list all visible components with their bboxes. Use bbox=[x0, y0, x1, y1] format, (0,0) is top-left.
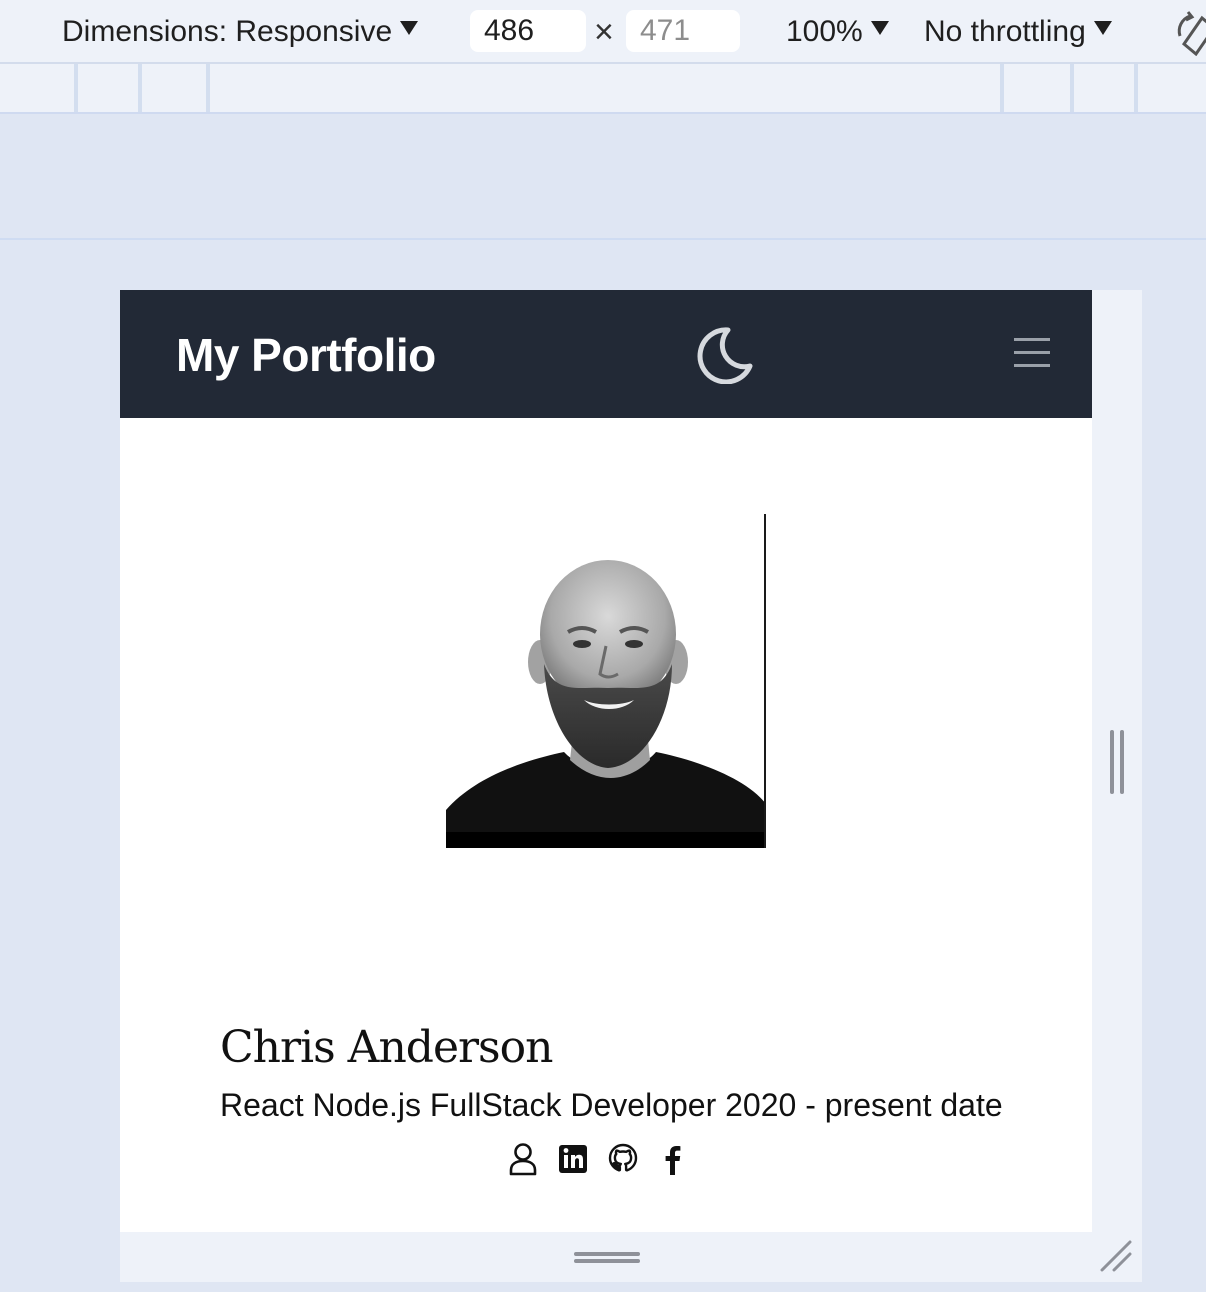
linkedin-icon[interactable] bbox=[558, 1142, 588, 1176]
right-resize-handle[interactable] bbox=[1108, 730, 1128, 794]
profile-photo bbox=[446, 514, 766, 848]
caret-down-icon bbox=[870, 21, 889, 35]
media-query-marker[interactable] bbox=[1134, 64, 1138, 112]
device-toolbar: Dimensions: Responsive 486 × 471 100% No… bbox=[0, 0, 1206, 64]
profile-role: React Node.js FullStack Developer 2020 -… bbox=[220, 1087, 1003, 1123]
media-query-marker[interactable] bbox=[138, 64, 142, 112]
hamburger-menu-icon[interactable] bbox=[1012, 336, 1058, 370]
times-sign: × bbox=[594, 13, 614, 51]
corner-resize-icon[interactable] bbox=[1098, 1238, 1134, 1274]
caret-down-icon bbox=[1093, 21, 1112, 35]
media-query-marker[interactable] bbox=[74, 64, 78, 112]
bottom-resize-handle[interactable] bbox=[574, 1250, 640, 1264]
profile-name: Chris Anderson bbox=[220, 1022, 553, 1073]
width-input[interactable]: 486 bbox=[470, 10, 586, 52]
moon-icon[interactable] bbox=[694, 326, 754, 384]
dimensions-label: Dimensions: Responsive bbox=[62, 15, 393, 48]
media-query-marker[interactable] bbox=[1070, 64, 1074, 112]
rotate-icon[interactable] bbox=[1174, 8, 1206, 56]
zoom-dropdown[interactable]: 100% bbox=[786, 14, 889, 50]
height-input[interactable]: 471 bbox=[626, 10, 740, 52]
throttling-label: No throttling bbox=[924, 15, 1086, 48]
facebook-icon[interactable] bbox=[658, 1142, 688, 1176]
brand-link[interactable]: My Portfolio bbox=[176, 328, 436, 382]
device-frame: My Portfolio Chris Anderson React Node.j… bbox=[120, 290, 1142, 1282]
user-icon[interactable] bbox=[508, 1142, 538, 1176]
navbar: My Portfolio bbox=[120, 290, 1092, 418]
github-icon[interactable] bbox=[608, 1142, 638, 1176]
dimensions-dropdown[interactable]: Dimensions: Responsive bbox=[62, 14, 419, 50]
throttling-dropdown[interactable]: No throttling bbox=[924, 14, 1112, 50]
caret-down-icon bbox=[400, 21, 419, 35]
media-query-marker[interactable] bbox=[1000, 64, 1004, 112]
media-query-bar bbox=[0, 64, 1206, 114]
media-query-marker[interactable] bbox=[206, 64, 210, 112]
zoom-label: 100% bbox=[786, 15, 863, 48]
portrait-image bbox=[446, 514, 764, 848]
page-viewport: My Portfolio Chris Anderson React Node.j… bbox=[120, 290, 1092, 1232]
social-links bbox=[508, 1142, 688, 1178]
ruler-area bbox=[0, 114, 1206, 240]
